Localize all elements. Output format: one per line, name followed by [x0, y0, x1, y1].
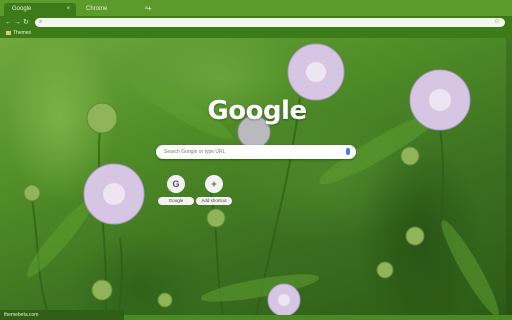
right-edge	[506, 38, 512, 315]
search-icon: ⌕	[39, 19, 43, 25]
close-icon[interactable]: ×	[66, 3, 70, 16]
google-logo: Google	[207, 96, 307, 126]
shortcut-label: Add shortcut	[196, 197, 232, 205]
search-input[interactable]	[164, 145, 339, 159]
omnibox[interactable]: ⌕ ☆	[35, 18, 505, 27]
arrow-left-icon[interactable]: ←	[5, 17, 12, 28]
add-shortcut-button[interactable]: + Add shortcut	[196, 175, 232, 205]
arrow-right-icon[interactable]: →	[14, 17, 21, 28]
bookmarks-bar: Themes	[0, 29, 512, 38]
search-box[interactable]	[156, 145, 356, 159]
shortcut-google[interactable]: G Google	[158, 175, 194, 205]
toolbar: ← → ↻ ⌕ ☆	[0, 16, 512, 29]
reload-icon[interactable]: ↻	[23, 17, 29, 28]
star-icon[interactable]: ☆	[494, 17, 500, 27]
bookmark-themes[interactable]: Themes	[6, 29, 31, 38]
folder-icon	[6, 30, 11, 35]
tab-strip: Google × Chrome × +	[0, 0, 512, 16]
mic-icon[interactable]	[346, 148, 350, 155]
google-favicon-icon: G	[167, 175, 185, 193]
tab-title: Chrome	[86, 6, 108, 12]
tab-title: Google	[12, 6, 32, 12]
new-tab-icon[interactable]: +	[147, 3, 152, 15]
bookmark-label: Themes	[13, 30, 32, 36]
plus-icon: +	[205, 175, 223, 193]
theme-background	[0, 38, 512, 320]
meadow-illustration	[23, 43, 499, 320]
shortcut-label: Google	[158, 197, 194, 205]
tab-chrome[interactable]: Chrome ×	[78, 3, 154, 16]
tab-google[interactable]: Google ×	[4, 3, 76, 16]
status-bar: themebeta.com	[0, 310, 124, 320]
footer-strip	[124, 315, 512, 320]
